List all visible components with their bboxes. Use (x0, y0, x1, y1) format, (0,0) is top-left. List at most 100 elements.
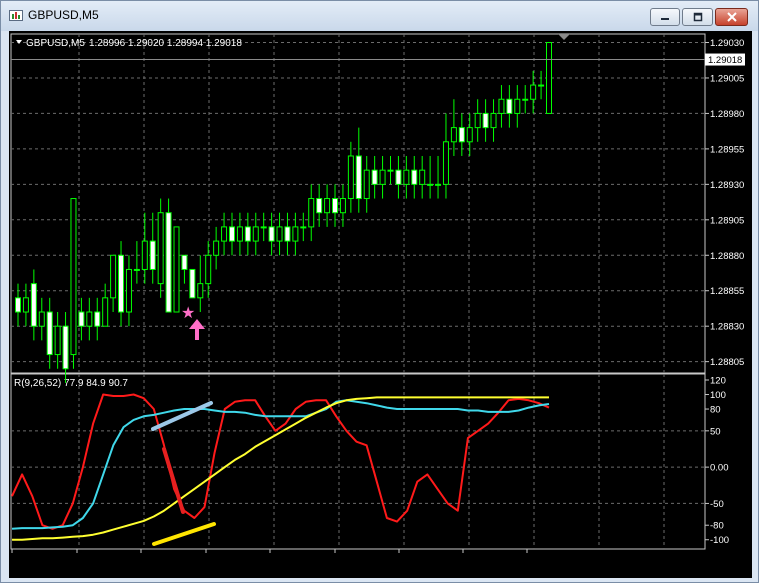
minimize-icon (661, 18, 669, 20)
price-tick-label: 1.28930 (710, 180, 744, 191)
candle (284, 212, 291, 256)
candle (189, 268, 196, 299)
annotation-blue-line (151, 401, 213, 431)
candle-body (403, 169, 410, 185)
candle-body (498, 98, 505, 114)
candle (197, 255, 204, 313)
indicator-tick-label: 100 (710, 390, 726, 401)
candle (522, 85, 529, 114)
main-plot-frame (10, 33, 706, 374)
candle (141, 212, 148, 284)
candle (427, 155, 434, 199)
candle-body (260, 226, 267, 229)
candle-body (522, 98, 529, 101)
title-bar[interactable]: GBPUSD,M5 (1, 1, 758, 31)
candle (22, 283, 29, 327)
candle (165, 198, 172, 313)
price-tick-label: 1.28880 (710, 251, 744, 262)
candle (308, 184, 315, 242)
candle (316, 184, 323, 227)
price-tick-label: 1.28830 (710, 322, 744, 333)
close-button[interactable] (715, 8, 748, 26)
candle-body (442, 141, 449, 185)
up-arrow-icon (189, 319, 205, 340)
chart-window-icon (9, 10, 23, 21)
price-tick-label: 1.29005 (710, 73, 744, 84)
candle (173, 226, 180, 313)
candle-body (252, 226, 259, 242)
main-grid (11, 34, 705, 373)
candle (157, 198, 164, 298)
indicator-series-line (11, 399, 550, 530)
candle (70, 198, 77, 369)
indicator-tick-label: 0.00 (710, 463, 729, 474)
candle-body (197, 283, 204, 299)
ohlc-values: 1.28996 1.29020 1.28994 1.29018 (89, 38, 242, 49)
chart-area[interactable]: GBPUSD,M5 1.28996 1.29020 1.28994 1.2901… (9, 31, 752, 568)
candle-body (244, 226, 251, 242)
candle (506, 85, 513, 128)
candle-body (300, 226, 307, 229)
current-price-text: 1.29018 (708, 55, 742, 66)
candle-body (292, 226, 299, 242)
candle-body (38, 311, 45, 327)
chart-shift-marker-icon[interactable] (558, 34, 570, 40)
price-axis: 1.29030 1.29005 1.28980 1.28955 1.28930 1.289… (705, 38, 744, 368)
candle-body (62, 325, 69, 370)
price-tick-label: 1.28905 (710, 215, 744, 226)
candle-body (482, 112, 489, 129)
candle-body (268, 226, 275, 242)
window-title: GBPUSD,M5 (28, 8, 99, 22)
candle-body (173, 226, 180, 313)
dropdown-triangle-icon[interactable] (16, 40, 22, 44)
maximize-button[interactable] (682, 8, 713, 26)
candle (490, 99, 497, 142)
candle-body (506, 98, 513, 114)
candle-body (125, 268, 132, 313)
candle (387, 155, 394, 185)
candle-body (530, 84, 537, 100)
candle (379, 155, 386, 199)
annotation-yellow-line (152, 522, 216, 546)
candle (30, 269, 37, 341)
indicator-tick-label: -50 (710, 499, 724, 510)
candle (339, 184, 346, 227)
candle (435, 155, 442, 199)
indicator-tick-label: -80 (710, 521, 724, 532)
candle (54, 312, 61, 369)
candle (228, 212, 235, 256)
candle (38, 297, 45, 341)
symbol-label: GBPUSD,M5 (26, 38, 85, 49)
candle (205, 241, 212, 298)
candle (300, 212, 307, 242)
minimize-button[interactable] (650, 8, 680, 26)
candle-body (538, 84, 545, 87)
candle-body (332, 198, 339, 214)
candle-body (411, 169, 418, 185)
candle (133, 241, 140, 284)
indicator-series-line (12, 396, 549, 541)
candle-body (466, 127, 473, 143)
candle (268, 212, 275, 256)
candle-body (316, 198, 323, 214)
candle-body (276, 226, 283, 242)
candle (530, 70, 537, 114)
chart-canvas[interactable]: GBPUSD,M5 1.28996 1.29020 1.28994 1.2901… (9, 31, 752, 568)
candle-body (118, 254, 125, 313)
candle-body (181, 254, 188, 270)
candle-body (419, 169, 426, 185)
candle-body (355, 155, 362, 200)
candle (324, 184, 331, 227)
candle (292, 212, 299, 256)
candle-body (102, 297, 109, 327)
candle-body (458, 127, 465, 143)
price-tick-label: 1.29030 (710, 38, 744, 49)
candle (442, 113, 449, 199)
candle (94, 297, 101, 341)
candle (213, 226, 220, 270)
candle (260, 212, 267, 242)
candle-body (205, 254, 212, 285)
candle-body (284, 226, 291, 242)
candle (498, 85, 505, 128)
candle-body (324, 198, 331, 214)
